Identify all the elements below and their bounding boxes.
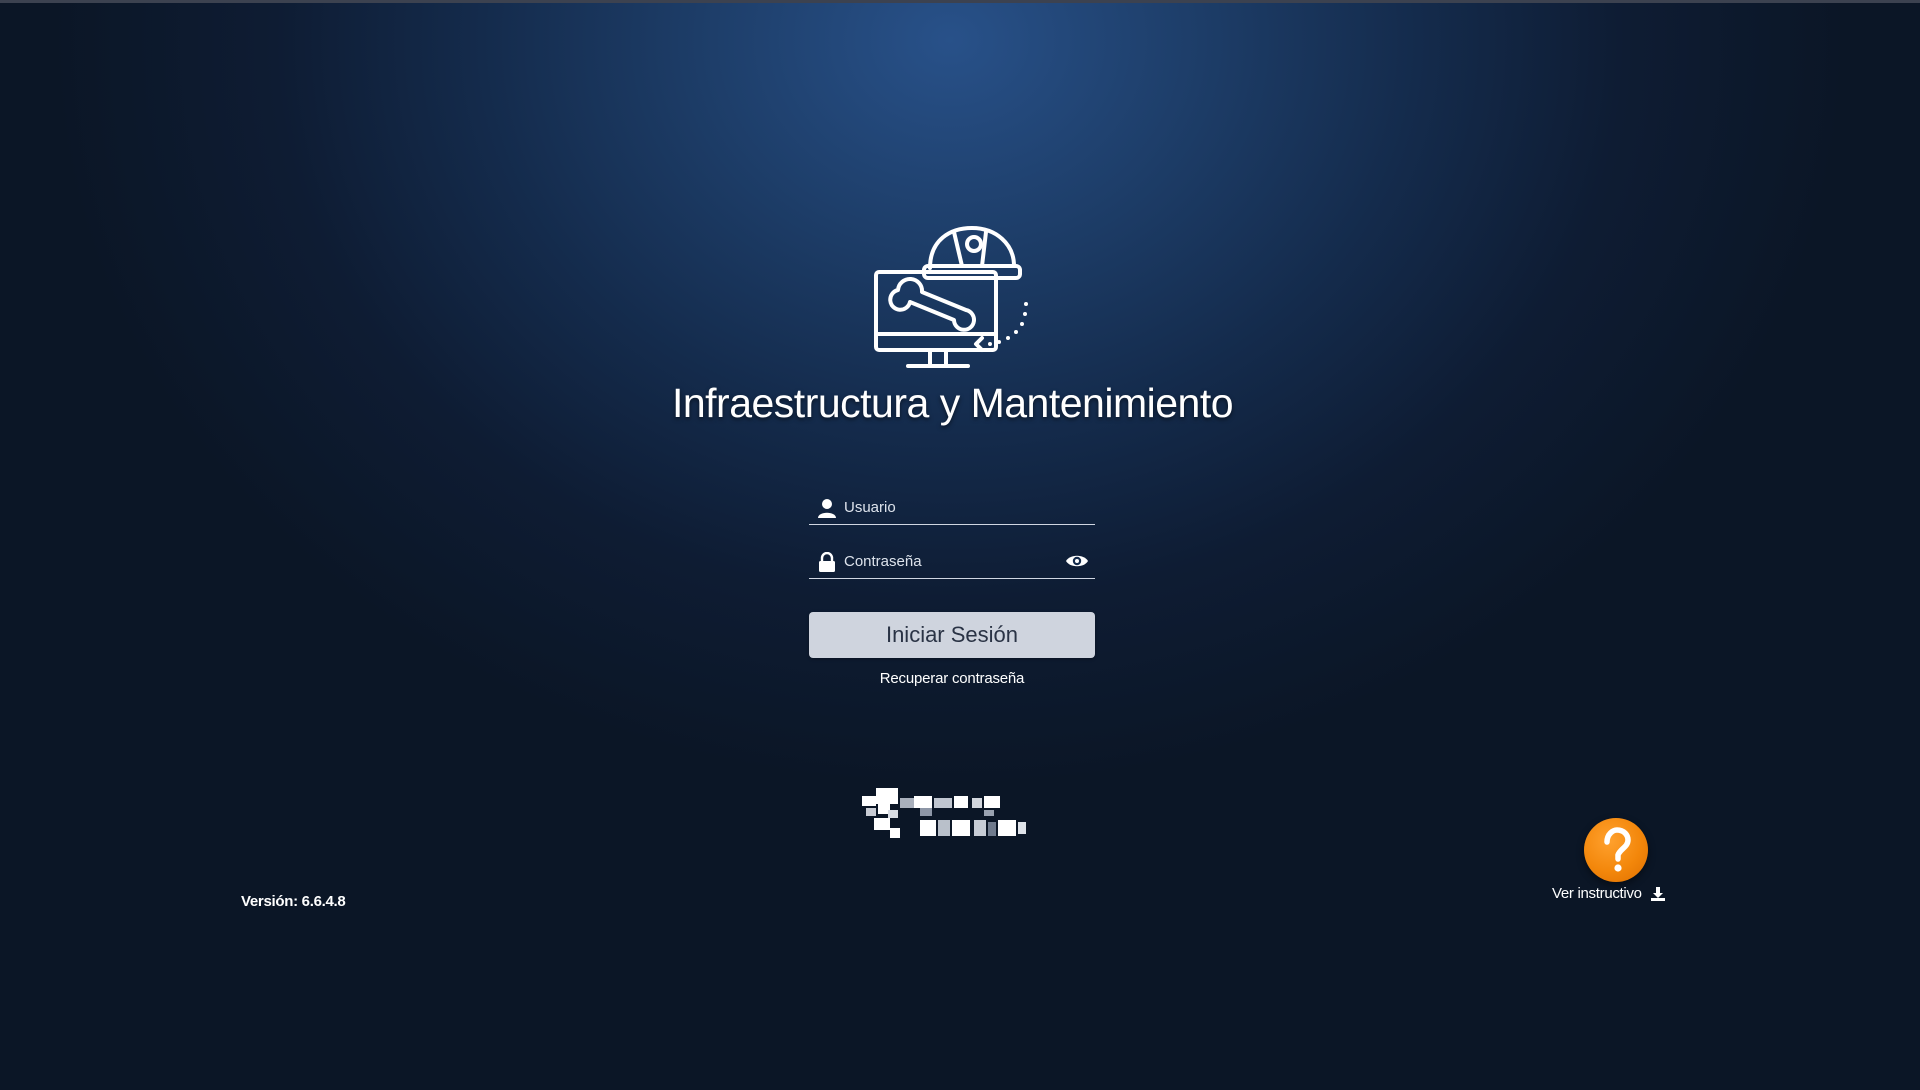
download-icon xyxy=(1650,886,1665,901)
login-button[interactable]: Iniciar Sesión xyxy=(809,612,1095,658)
eye-icon[interactable] xyxy=(1065,552,1089,570)
password-input[interactable] xyxy=(844,546,1064,576)
version-label: Versión: 6.6.4.8 xyxy=(241,893,346,910)
monitor-hardhat-wrench-icon xyxy=(874,226,1028,368)
lock-icon xyxy=(819,552,835,572)
password-field-wrapper xyxy=(809,542,1095,579)
help-button[interactable] xyxy=(1584,818,1648,882)
brand-logo xyxy=(862,788,1026,838)
top-border xyxy=(0,0,1920,3)
app-title: Infraestructura y Mantenimiento xyxy=(671,380,1234,426)
username-input[interactable] xyxy=(844,492,1064,522)
username-field-wrapper xyxy=(809,488,1095,525)
user-icon xyxy=(818,499,836,518)
instructions-label: Ver instructivo xyxy=(1552,885,1642,902)
question-mark-icon xyxy=(1604,827,1631,872)
recover-password-link[interactable]: Recuperar contraseña xyxy=(809,670,1095,687)
instructions-download-link[interactable]: Ver instructivo xyxy=(1552,885,1666,902)
